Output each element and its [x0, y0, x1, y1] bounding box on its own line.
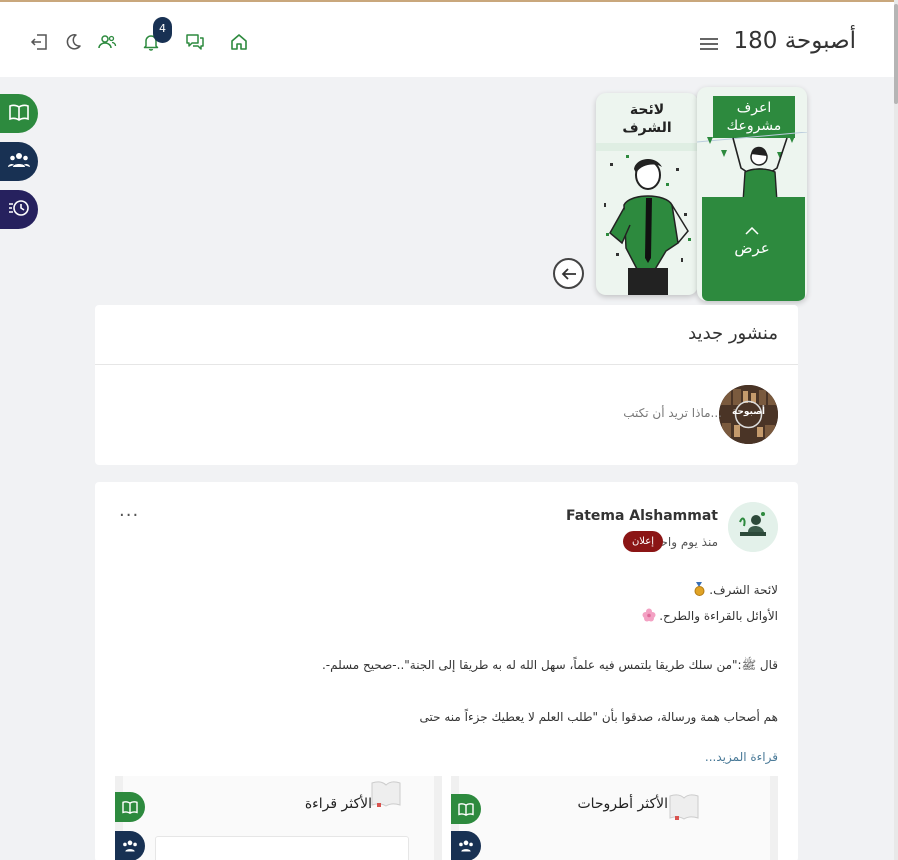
post-line-4: هم أصحاب همة ورسالة، صدقوا بأن "طلب العل… [419, 710, 779, 724]
book-icon [669, 794, 699, 820]
top-header: أصبوحة 180 4 [0, 2, 894, 77]
author-name[interactable]: Fatema Alshammat [566, 508, 718, 524]
thumb-title: الأكثر قراءة [304, 796, 372, 812]
honor-figure-illustration [596, 143, 698, 295]
logout-icon[interactable] [29, 32, 49, 52]
moon-icon[interactable] [63, 32, 83, 52]
post-line-3: قال ﷺ:"من سلك طريقا يلتمس فيه علماً، سهل… [321, 658, 778, 672]
story-view-button[interactable]: عرض [697, 239, 807, 257]
home-icon[interactable] [229, 32, 249, 52]
side-library-button[interactable] [0, 94, 38, 133]
group-icon [8, 151, 30, 173]
stories-prev-button[interactable] [553, 258, 584, 289]
story-card-title: لائحة الشرف [622, 102, 672, 136]
side-groups-button[interactable] [0, 142, 38, 181]
divider [95, 364, 798, 365]
announcement-tag: إعلان [622, 531, 663, 552]
story-card-honor-list[interactable]: لائحة الشرف [596, 93, 698, 295]
avatar-text: أصبوحة [731, 407, 766, 417]
post-time: منذ يوم واحد [654, 535, 718, 549]
users-icon[interactable] [97, 32, 117, 52]
chevron-up-icon [745, 227, 759, 235]
menu-toggle-icon[interactable] [700, 38, 718, 50]
thumb-background [459, 776, 770, 860]
medal-icon [693, 582, 706, 596]
thumb-side-book-button [451, 794, 481, 824]
new-post-panel: منشور جديد أصبوحة ...ماذا تريد أن تكتب [95, 305, 798, 465]
flower-icon [642, 608, 656, 622]
scrollbar[interactable] [894, 0, 898, 860]
project-figure-illustration [697, 132, 807, 202]
thumb-title: الأكثر أطروحات [577, 796, 668, 812]
book-icon [371, 781, 401, 807]
thumb-side-book-button [115, 792, 145, 822]
new-post-input[interactable]: ...ماذا تريد أن تكتب [623, 406, 722, 420]
story-card-know-project[interactable]: اعرف مشروعك عرض [697, 87, 807, 301]
book-open-icon [8, 103, 30, 125]
thumb-side-group-button [115, 831, 145, 860]
author-avatar[interactable] [728, 502, 778, 552]
read-more-link[interactable]: قراءة المزيد... [705, 750, 778, 764]
post-image-most-read[interactable]: الأكثر قراءة [115, 776, 442, 860]
side-history-button[interactable] [0, 190, 38, 229]
post-line-2: الأوائل بالقراءة والطرح. [642, 608, 778, 623]
notification-count-badge: 4 [153, 17, 172, 43]
chat-icon[interactable] [185, 32, 205, 52]
arrow-left-icon [561, 267, 576, 280]
history-icon [8, 199, 30, 221]
brand-title[interactable]: أصبوحة 180 [733, 28, 856, 54]
post-more-options[interactable]: ... [119, 500, 139, 521]
avatar[interactable]: أصبوحة [719, 385, 778, 444]
thumb-side-group-button [451, 831, 481, 860]
post-image-most-posts[interactable]: الأكثر أطروحات [451, 776, 778, 860]
scrollbar-thumb[interactable] [894, 4, 898, 104]
thumb-content-box [155, 836, 409, 860]
new-post-title: منشور جديد [688, 323, 778, 344]
post-line-1: لائحة الشرف. [693, 582, 778, 597]
post-card: Fatema Alshammat منذ يوم واحد إعلان ... … [95, 482, 798, 860]
